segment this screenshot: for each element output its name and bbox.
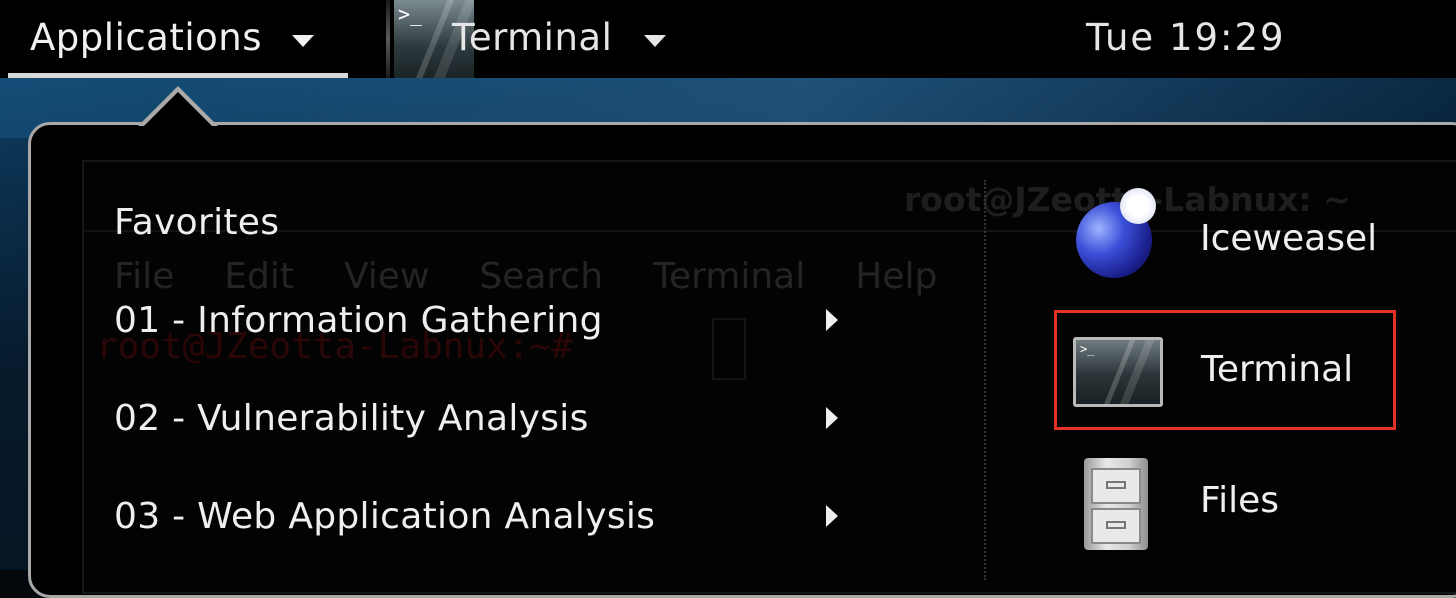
menu-category-label: 01 - Information Gathering bbox=[114, 300, 603, 341]
app-menu-label: Terminal bbox=[452, 16, 613, 59]
chevron-right-icon bbox=[826, 407, 838, 429]
active-menu-underline bbox=[8, 73, 348, 78]
app-menu-terminal[interactable]: >_ Terminal bbox=[394, 0, 684, 78]
chevron-down-icon bbox=[292, 35, 314, 47]
top-panel: Applications >_ Terminal Tue 19:29 bbox=[0, 0, 1456, 78]
app-launcher-terminal[interactable]: >_ Terminal bbox=[1054, 310, 1396, 430]
menu-category-favorites[interactable]: Favorites bbox=[100, 196, 860, 256]
menu-category-label: Favorites bbox=[114, 202, 280, 243]
app-launcher-iceweasel[interactable]: Iceweasel bbox=[1062, 184, 1392, 296]
chevron-right-icon bbox=[826, 505, 838, 527]
app-launcher-files[interactable]: Files bbox=[1062, 446, 1392, 558]
menu-category-information-gathering[interactable]: 01 - Information Gathering bbox=[100, 294, 860, 354]
terminal-menu-help: Help bbox=[855, 256, 938, 297]
file-cabinet-icon bbox=[1084, 458, 1148, 550]
app-label: Iceweasel bbox=[1200, 218, 1378, 259]
applications-label: Applications bbox=[30, 16, 263, 59]
menu-category-web-application-analysis[interactable]: 03 - Web Application Analysis bbox=[100, 490, 860, 550]
menu-column-divider bbox=[984, 180, 986, 580]
menu-category-vulnerability-analysis[interactable]: 02 - Vulnerability Analysis bbox=[100, 392, 860, 452]
iceweasel-icon bbox=[1076, 188, 1156, 278]
menu-category-label: 03 - Web Application Analysis bbox=[114, 496, 656, 537]
clock[interactable]: Tue 19:29 bbox=[1086, 16, 1286, 59]
panel-separator bbox=[386, 0, 390, 78]
chevron-right-icon bbox=[826, 309, 838, 331]
terminal-icon: >_ bbox=[1073, 337, 1163, 407]
chevron-down-icon bbox=[644, 35, 666, 47]
applications-menu-button[interactable]: Applications bbox=[8, 0, 348, 78]
app-label: Files bbox=[1200, 480, 1279, 521]
app-label: Terminal bbox=[1201, 349, 1354, 390]
menu-category-label: 02 - Vulnerability Analysis bbox=[114, 398, 589, 439]
